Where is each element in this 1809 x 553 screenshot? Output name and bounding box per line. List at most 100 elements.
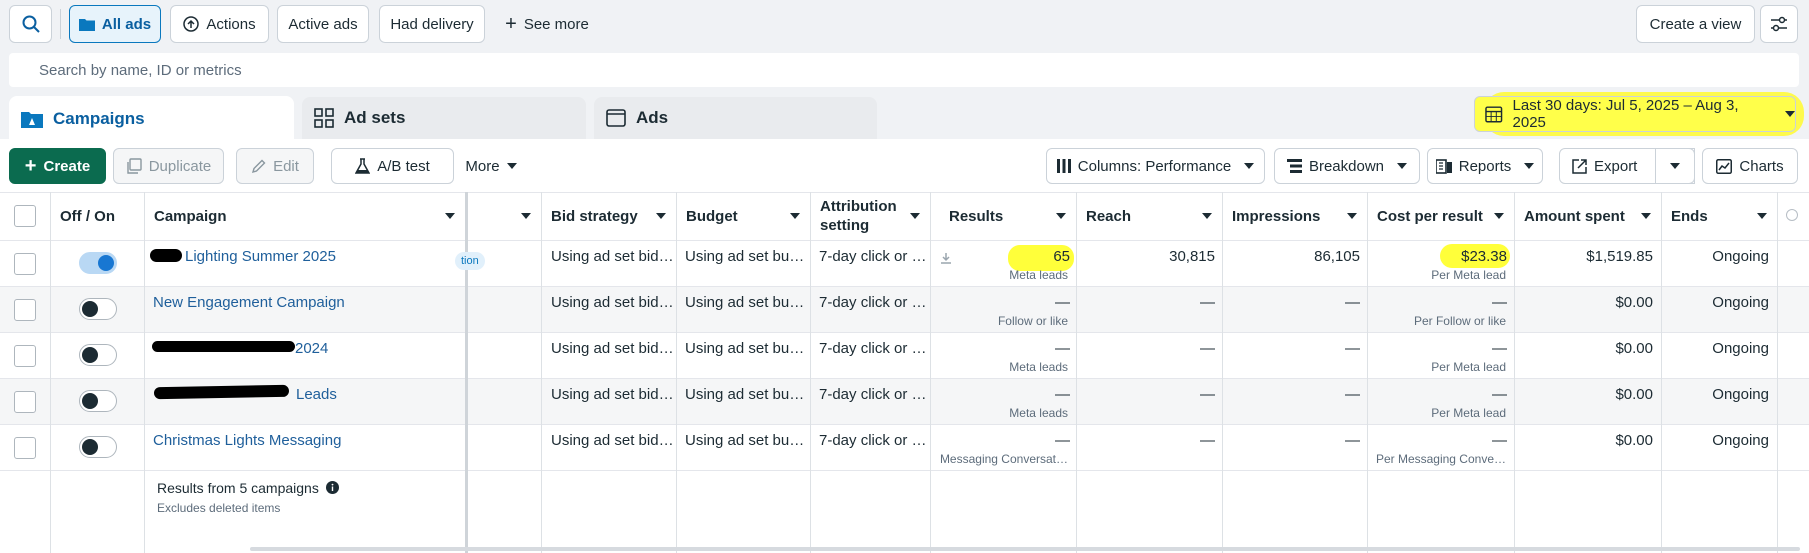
tab-campaigns[interactable]: Campaigns: [9, 96, 294, 142]
info-icon[interactable]: [325, 481, 339, 494]
date-range-label: Last 30 days: Jul 5, 2025 – Aug 3, 2025: [1512, 97, 1739, 131]
settings-button[interactable]: [1760, 5, 1798, 43]
campaign-toggle[interactable]: [79, 344, 117, 366]
impressions-value: 86,105: [1314, 248, 1360, 265]
export-dropdown-button[interactable]: [1655, 148, 1695, 184]
header-reach[interactable]: Reach: [1077, 192, 1222, 240]
row-checkbox[interactable]: [14, 437, 36, 459]
campaigns-table: Off / On Campaign Bid strategy Budget At…: [0, 192, 1809, 553]
header-cost-per-result[interactable]: Cost per result: [1368, 192, 1514, 240]
cost-per-result-type: Per Meta lead: [1431, 360, 1506, 374]
action-toolbar: + Create Duplicate Edit A/B test More Co…: [0, 139, 1809, 192]
row-checkbox[interactable]: [14, 299, 36, 321]
row-checkbox[interactable]: [14, 253, 36, 275]
campaign-toggle[interactable]: [79, 252, 117, 274]
had-delivery-button[interactable]: Had delivery: [379, 5, 485, 43]
see-more-button[interactable]: + See more: [497, 5, 597, 43]
horizontal-scrollbar[interactable]: [250, 547, 1800, 551]
chevron-down-icon: [1494, 213, 1504, 219]
campaign-toggle[interactable]: [79, 390, 117, 412]
tab-ads[interactable]: Ads: [594, 97, 877, 139]
ab-test-button[interactable]: A/B test: [331, 148, 454, 184]
header-cost-per-result-label: Cost per result: [1377, 207, 1483, 225]
header-reach-label: Reach: [1086, 207, 1132, 225]
header-bid-strategy[interactable]: Bid strategy: [542, 192, 676, 240]
search-button[interactable]: [9, 5, 52, 43]
header-ends[interactable]: Ends: [1662, 192, 1777, 240]
header-budget[interactable]: Budget: [677, 192, 810, 240]
chevron-down-icon: [1347, 213, 1357, 219]
ab-test-label: A/B test: [377, 157, 430, 175]
col-divider: [676, 192, 677, 553]
header-results[interactable]: Results: [931, 192, 1076, 240]
duplicate-icon: [127, 158, 142, 174]
chevron-down-icon: [1202, 213, 1212, 219]
duplicate-button[interactable]: Duplicate: [113, 148, 224, 184]
results-summary-label: Results from 5 campaigns: [157, 480, 319, 496]
charts-button[interactable]: Charts: [1702, 148, 1798, 184]
columns-icon: [1056, 159, 1071, 173]
attribution-cell: 7-day click or …: [819, 386, 927, 403]
toggle-knob: [98, 255, 114, 271]
campaign-name: Christmas Lights Messaging: [153, 432, 342, 449]
more-label: More: [465, 157, 500, 175]
campaign-name-link[interactable]: New Engagement Campaign: [153, 294, 458, 311]
chevron-down-icon: [1670, 163, 1680, 169]
campaign-toggle[interactable]: [79, 298, 117, 320]
chevron-down-icon: [1757, 213, 1767, 219]
col-divider: [1777, 192, 1778, 553]
folder-icon: [78, 19, 95, 31]
budget-cell: Using ad set bu…: [685, 294, 805, 311]
create-view-button[interactable]: Create a view: [1636, 5, 1755, 43]
chevron-down-icon: [1056, 213, 1066, 219]
edit-button[interactable]: Edit: [236, 148, 314, 184]
pencil-icon: [252, 159, 266, 173]
more-button[interactable]: More: [454, 148, 528, 184]
add-column-icon[interactable]: [1786, 209, 1798, 221]
row-checkbox[interactable]: [14, 345, 36, 367]
campaign-name-link[interactable]: Christmas Lights Messaging: [153, 432, 458, 449]
excludes-note: Excludes deleted items: [157, 501, 281, 515]
columns-button[interactable]: Columns: Performance: [1046, 148, 1265, 184]
redaction-mark: [150, 249, 182, 262]
reports-button[interactable]: Reports: [1427, 148, 1543, 184]
ad-sets-icon: [314, 108, 334, 128]
budget-cell: Using ad set bu…: [685, 386, 805, 403]
chevron-down-icon: [506, 163, 517, 169]
header-amount-spent[interactable]: Amount spent: [1515, 192, 1661, 240]
campaign-toggle[interactable]: [79, 436, 117, 458]
create-button[interactable]: + Create: [9, 148, 106, 184]
budget-cell: Using ad set bu…: [685, 340, 805, 357]
active-ads-button[interactable]: Active ads: [277, 5, 369, 43]
chevron-down-icon: [1641, 213, 1651, 219]
row-checkbox[interactable]: [14, 391, 36, 413]
duplicate-label: Duplicate: [148, 157, 212, 175]
actions-label: Actions: [206, 15, 256, 33]
header-off-on[interactable]: Off / On: [51, 192, 144, 240]
search-field-container: [9, 53, 1799, 87]
breakdown-button[interactable]: Breakdown: [1274, 148, 1420, 184]
search-input[interactable]: [9, 53, 1799, 87]
impressions-value: —: [1345, 432, 1360, 449]
all-ads-label: All ads: [101, 15, 152, 33]
tab-ad-sets-label: Ad sets: [344, 108, 406, 127]
actions-button[interactable]: Actions: [170, 5, 269, 43]
date-range-picker[interactable]: Last 30 days: Jul 5, 2025 – Aug 3, 2025: [1474, 96, 1796, 132]
results-value: —: [1055, 340, 1070, 357]
attribution-cell: 7-day click or …: [819, 432, 927, 449]
header-impressions[interactable]: Impressions: [1223, 192, 1367, 240]
campaign-name: 2024: [295, 340, 329, 357]
col-divider: [1367, 192, 1368, 553]
tab-ad-sets[interactable]: Ad sets: [302, 97, 586, 139]
attribution-cell: 7-day click or …: [819, 248, 927, 265]
results-value: —: [1055, 386, 1070, 403]
reports-icon: [1435, 158, 1452, 174]
header-hidden-col[interactable]: [468, 192, 541, 240]
campaign-name-link[interactable]: Lighting Summer 2025: [185, 248, 490, 265]
results-value: —: [1055, 294, 1070, 311]
header-campaign[interactable]: Campaign: [145, 192, 465, 240]
had-delivery-label: Had delivery: [390, 15, 474, 33]
header-attribution[interactable]: Attribution setting: [811, 192, 930, 240]
all-ads-button[interactable]: All ads: [69, 5, 161, 43]
select-all-checkbox[interactable]: [14, 205, 36, 227]
